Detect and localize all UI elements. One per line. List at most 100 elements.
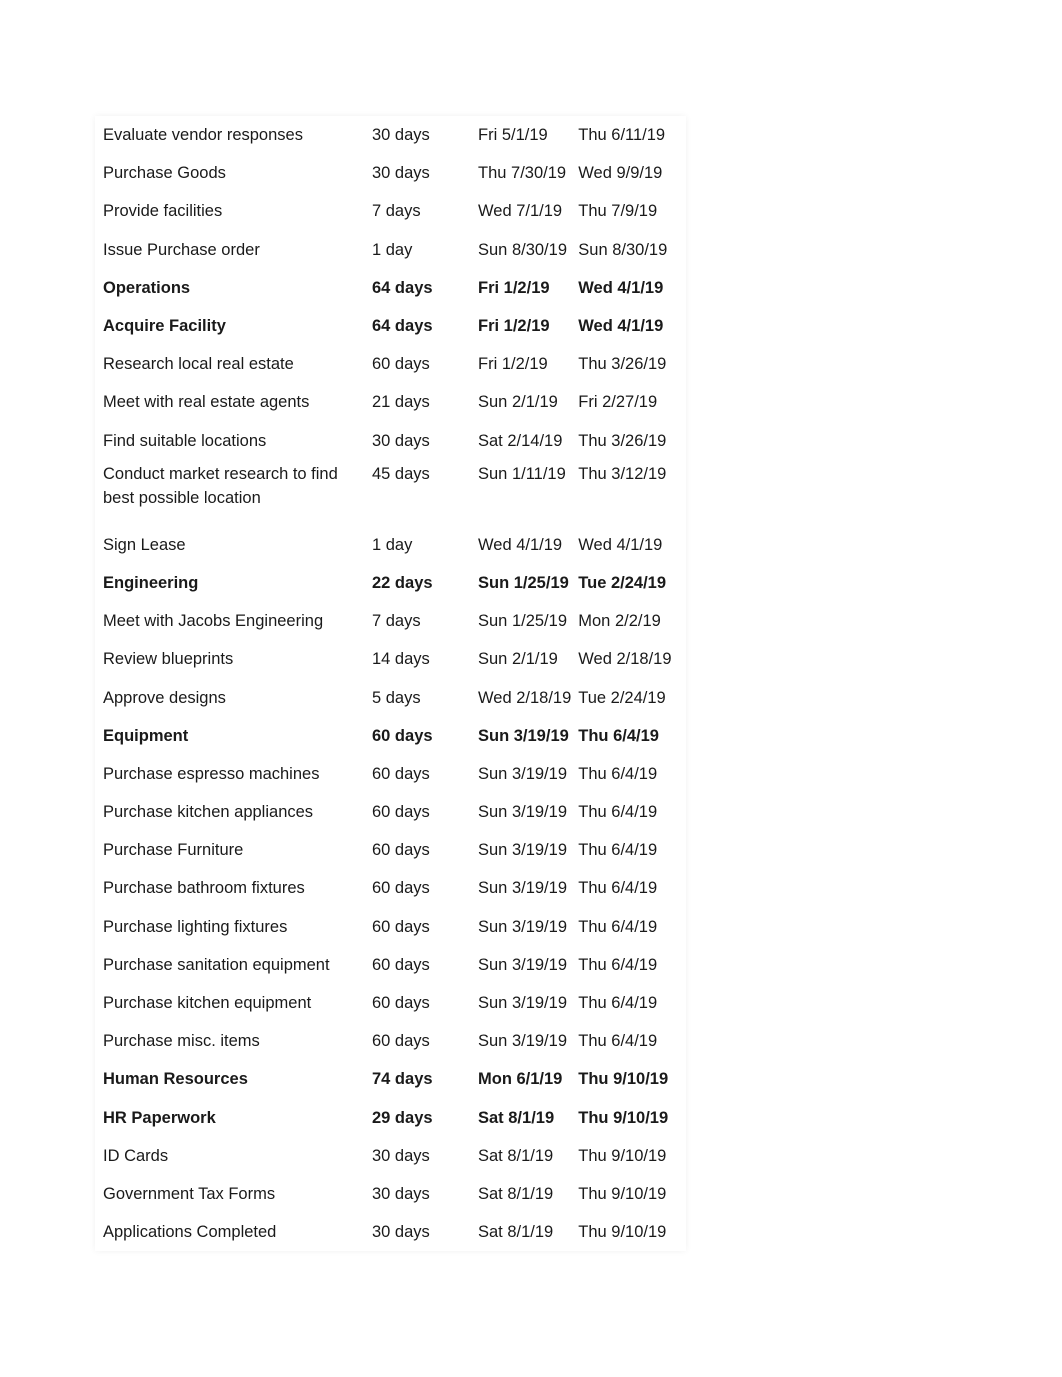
- task-name: Applications Completed: [103, 1223, 277, 1242]
- task-row: Approve designs 5 days Wed 2/18/19 Tue 2/24…: [95, 678, 686, 716]
- task-row: ID Cards 30 days Sat 8/1/19 Thu 9/10/19: [95, 1137, 686, 1175]
- task-finish: Tue 2/24/19: [578, 688, 666, 707]
- task-row: Conduct market research to find best pos…: [95, 460, 686, 526]
- task-row: Purchase sanitation equipment 60 days Sun …: [95, 946, 686, 984]
- task-finish: Wed 9/9/19: [578, 164, 663, 183]
- task-row: Government Tax Forms 30 days Sat 8/1/19 Thu…: [95, 1175, 686, 1213]
- task-finish: Thu 3/26/19: [578, 431, 667, 450]
- task-row: Purchase kitchen appliances 60 days Sun 3/…: [95, 793, 686, 831]
- task-start: Wed 7/1/19: [478, 202, 563, 221]
- task-start: Sun 3/19/19: [478, 764, 567, 783]
- task-duration: 22 days: [372, 573, 433, 592]
- task-name: Provide facilities: [103, 202, 223, 221]
- task-name: Human Resources: [103, 1070, 248, 1089]
- task-duration: 60 days: [372, 355, 430, 374]
- summary-task-row: Engineering 22 days Sun 1/25/19 Tue 2/24/19: [95, 564, 686, 602]
- task-name: ID Cards: [103, 1146, 169, 1165]
- task-row: Provide facilities 7 days Wed 7/1/19 Thu 7/…: [95, 192, 686, 230]
- task-row: Purchase kitchen equipment 60 days Sun 3/1…: [95, 984, 686, 1022]
- task-name: Equipment: [103, 726, 189, 745]
- task-finish: Mon 2/2/19: [578, 612, 661, 631]
- task-name: Find suitable locations: [103, 431, 267, 450]
- task-row: Meet with real estate agents 21 days Sun 2…: [95, 383, 686, 421]
- task-start: Fri 5/1/19: [478, 126, 548, 145]
- task-name: Government Tax Forms: [103, 1184, 276, 1203]
- task-row: Purchase Goods 30 days Thu 7/30/19 Wed 9/9/…: [95, 154, 686, 192]
- task-name: Purchase espresso machines: [103, 764, 320, 783]
- task-finish: Sun 8/30/19: [578, 240, 668, 259]
- task-finish: Thu 9/10/19: [578, 1184, 667, 1203]
- summary-task-row: Human Resources 74 days Mon 6/1/19 Thu 9/10…: [95, 1060, 686, 1098]
- task-duration: 30 days: [372, 431, 430, 450]
- task-name: Purchase Goods: [103, 164, 226, 183]
- task-name: Conduct market research to find best pos…: [103, 464, 338, 507]
- task-duration: 1 day: [372, 535, 413, 554]
- summary-task-row: Acquire Facility 64 days Fri 1/2/19 Wed 4/1…: [95, 307, 686, 345]
- task-finish: Wed 2/18/19: [578, 650, 672, 669]
- task-finish: Thu 6/4/19: [578, 841, 658, 860]
- task-row: Evaluate vendor responses 30 days Fri 5/1/…: [95, 116, 686, 154]
- task-start: Fri 1/2/19: [478, 278, 550, 297]
- task-finish: Thu 9/10/19: [578, 1108, 669, 1127]
- task-start: Sun 3/19/19: [478, 917, 567, 936]
- task-duration: 21 days: [372, 393, 430, 412]
- task-finish: Wed 4/1/19: [578, 278, 664, 297]
- task-start: Sun 3/19/19: [478, 841, 567, 860]
- task-schedule-table: Evaluate vendor responses 30 days Fri 5/1/…: [95, 116, 686, 1251]
- task-row: Purchase espresso machines 60 days Sun 3/1…: [95, 755, 686, 793]
- task-start: Sun 1/11/19: [478, 464, 566, 483]
- task-name: Purchase Furniture: [103, 841, 244, 860]
- task-finish: Thu 3/26/19: [578, 355, 667, 374]
- task-name: Research local real estate: [103, 355, 294, 374]
- task-finish: Thu 6/4/19: [578, 955, 658, 974]
- task-start: Sat 2/14/19: [478, 431, 563, 450]
- task-name: Acquire Facility: [103, 317, 226, 336]
- task-finish: Thu 9/10/19: [578, 1070, 669, 1089]
- task-duration: 74 days: [372, 1070, 433, 1089]
- task-row: Meet with Jacobs Engineering 7 days Sun 1/…: [95, 602, 686, 640]
- task-name: Purchase lighting fixtures: [103, 917, 288, 936]
- task-finish: Thu 6/4/19: [578, 803, 658, 822]
- task-name: Purchase misc. items: [103, 1032, 260, 1051]
- task-start: Sat 8/1/19: [478, 1146, 554, 1165]
- task-start: Sun 3/19/19: [478, 879, 567, 898]
- task-finish: Thu 6/11/19: [578, 126, 666, 145]
- task-duration: 29 days: [372, 1108, 433, 1127]
- task-duration: 45 days: [372, 464, 430, 483]
- task-duration: 7 days: [372, 612, 421, 631]
- task-name: Purchase kitchen appliances: [103, 803, 314, 822]
- task-name: Sign Lease: [103, 535, 186, 554]
- task-duration: 64 days: [372, 317, 433, 336]
- task-duration: 30 days: [372, 164, 430, 183]
- task-name: Meet with Jacobs Engineering: [103, 612, 324, 631]
- task-duration: 60 days: [372, 726, 433, 745]
- task-row: Sign Lease 1 day Wed 4/1/19 Wed 4/1/19: [95, 526, 686, 564]
- task-name: Engineering: [103, 573, 199, 592]
- task-start: Sat 8/1/19: [478, 1184, 554, 1203]
- task-finish: Thu 6/4/19: [578, 1032, 658, 1051]
- task-duration: 30 days: [372, 1223, 430, 1242]
- task-finish: Tue 2/24/19: [578, 573, 667, 592]
- task-start: Sun 3/19/19: [478, 726, 569, 745]
- task-duration: 60 days: [372, 917, 430, 936]
- task-name: Purchase kitchen equipment: [103, 994, 312, 1013]
- task-duration: 60 days: [372, 764, 430, 783]
- task-duration: 14 days: [372, 650, 430, 669]
- task-row: Review blueprints 14 days Sun 2/1/19 Wed 2/…: [95, 640, 686, 678]
- task-finish: Thu 6/4/19: [578, 764, 658, 783]
- task-name: Meet with real estate agents: [103, 393, 310, 412]
- task-row: Purchase bathroom fixtures 60 days Sun 3/1…: [95, 869, 686, 907]
- task-finish: Thu 9/10/19: [578, 1146, 667, 1165]
- task-finish: Thu 3/12/19: [578, 464, 667, 483]
- task-finish: Thu 9/10/19: [578, 1223, 667, 1242]
- task-start: Sun 2/1/19: [478, 393, 558, 412]
- task-start: Wed 2/18/19: [478, 688, 572, 707]
- task-row: Research local real estate 60 days Fri 1/2…: [95, 345, 686, 383]
- task-duration: 60 days: [372, 955, 430, 974]
- task-duration: 30 days: [372, 1184, 430, 1203]
- task-name: Purchase sanitation equipment: [103, 955, 330, 974]
- task-name: Review blueprints: [103, 650, 234, 669]
- task-duration: 60 days: [372, 803, 430, 822]
- task-duration: 60 days: [372, 1032, 430, 1051]
- task-row: Purchase lighting fixtures 60 days Sun 3/1…: [95, 908, 686, 946]
